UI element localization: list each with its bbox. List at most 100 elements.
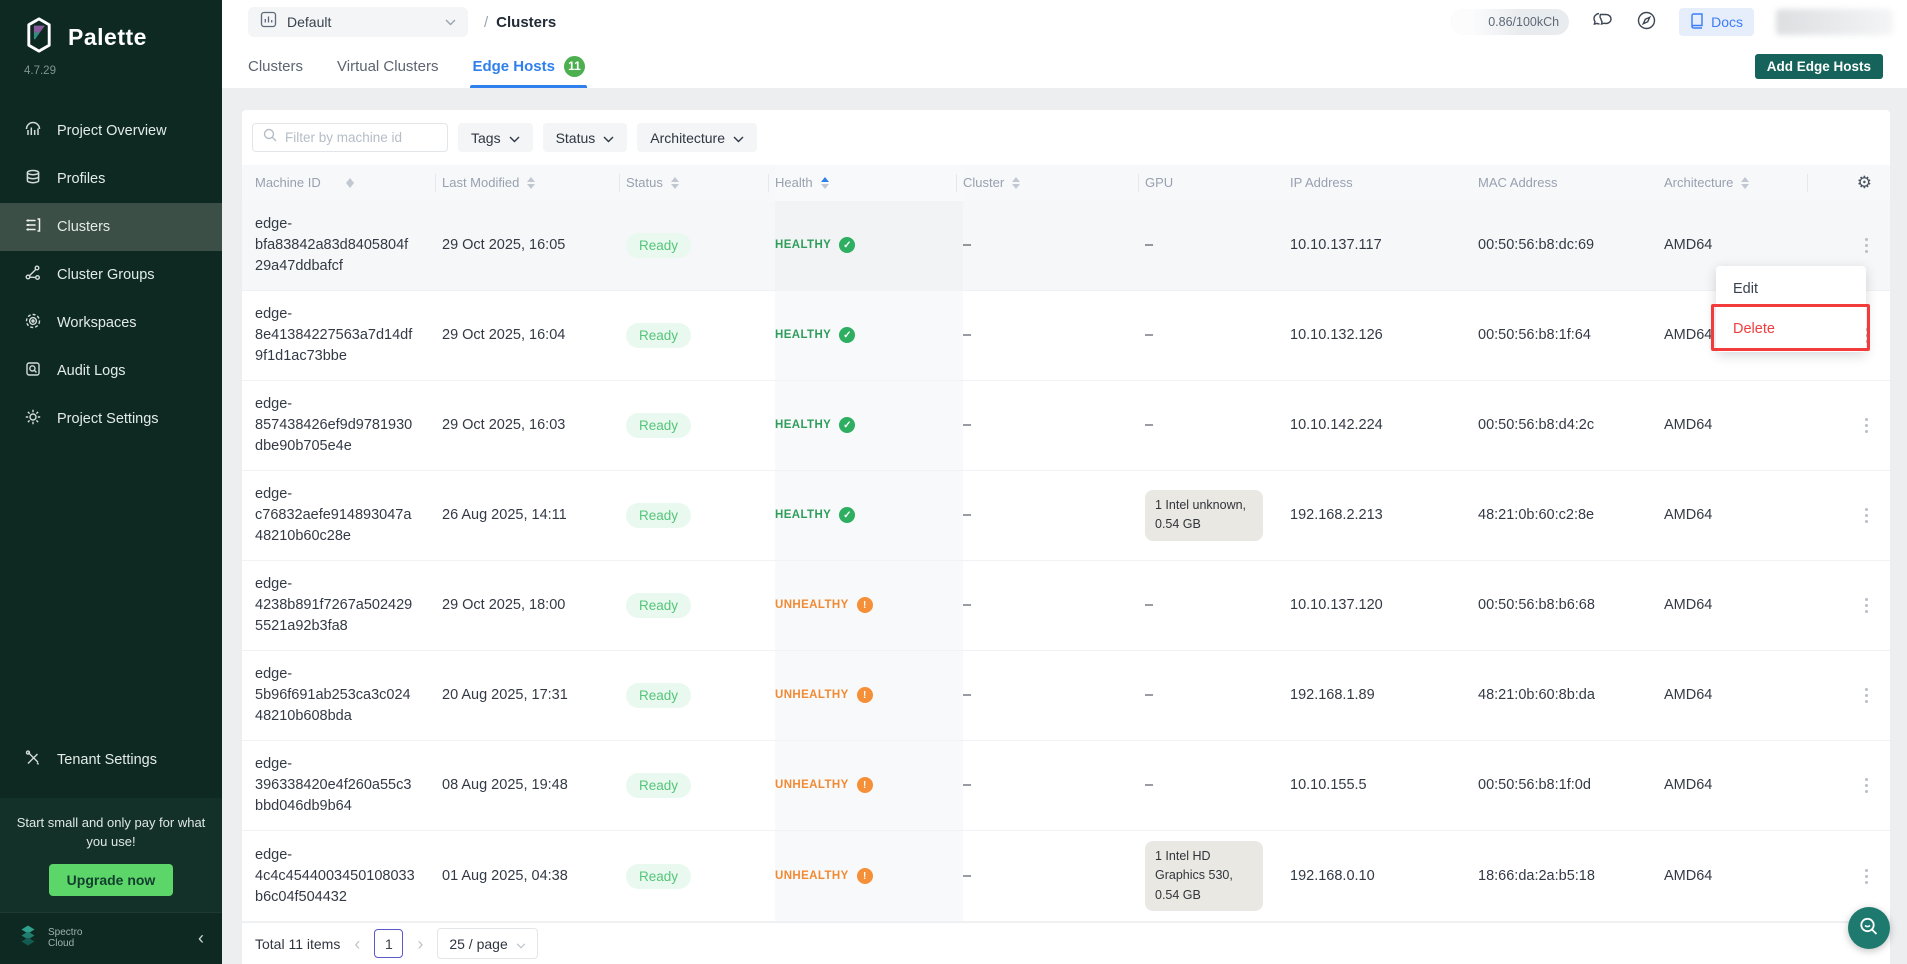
context-menu-edit[interactable]: Edit [1716, 269, 1866, 309]
chat-button[interactable] [1591, 10, 1614, 34]
status-cell: Ready [626, 561, 775, 650]
sidebar-item-tenant-settings[interactable]: Tenant Settings [0, 736, 222, 784]
machine-id-cell: edge-396338420e4f260a55c3bbd046db9b64 [255, 741, 442, 830]
sidebar-item-cluster-groups[interactable]: Cluster Groups [0, 251, 222, 299]
machine-id-cell: edge-4238b891f7267a5024295521a92b3fa8 [255, 561, 442, 650]
tab-edge-hosts[interactable]: Edge Hosts 11 [472, 44, 585, 88]
prev-page-button[interactable]: ‹ [354, 935, 360, 953]
column-header-cluster[interactable]: Cluster [963, 165, 1145, 201]
sort-icon[interactable] [1012, 177, 1020, 189]
sidebar: Palette 4.7.29 Project Overview Profiles… [0, 0, 222, 964]
sort-icon[interactable] [1741, 177, 1749, 189]
column-header-status[interactable]: Status [626, 165, 775, 201]
project-selector[interactable]: Default [248, 7, 468, 37]
sidebar-item-audit-logs[interactable]: Audit Logs [0, 347, 222, 395]
cluster-cell: – [963, 741, 1145, 830]
table-row[interactable]: edge-4c4c4544003450108033b6c04f504432 01… [242, 831, 1890, 922]
table-settings-gear-icon[interactable]: ⚙ [1857, 174, 1872, 191]
table-row[interactable]: edge-396338420e4f260a55c3bbd046db9b64 08… [242, 741, 1890, 831]
breadcrumb-slash: / [484, 14, 488, 31]
current-page-button[interactable]: 1 [374, 929, 403, 958]
sidebar-item-profiles[interactable]: Profiles [0, 155, 222, 203]
health-label: UNHEALTHY [775, 870, 849, 882]
docs-button[interactable]: Docs [1679, 8, 1754, 36]
sidebar-item-project-settings[interactable]: Project Settings [0, 395, 222, 443]
page-size-select[interactable]: 25 / page [437, 928, 537, 959]
health-status: HEALTHY ✓ [775, 417, 855, 433]
health-label: HEALTHY [775, 509, 831, 521]
sidebar-item-clusters[interactable]: Clusters [0, 203, 222, 251]
status-filter-dropdown[interactable]: Status [543, 123, 628, 152]
user-menu-blurred[interactable] [1776, 9, 1893, 35]
machine-id-search[interactable] [252, 123, 448, 152]
gpu-cell: – [1145, 201, 1290, 290]
edge-hosts-count-badge: 11 [564, 56, 585, 77]
architecture-cell: AMD64 [1664, 471, 1814, 560]
status-badge: Ready [626, 503, 691, 528]
column-header-health[interactable]: Health [775, 165, 963, 201]
table-row[interactable]: edge-bfa83842a83d8405804f29a47ddbafcf 29… [242, 201, 1890, 291]
health-label: HEALTHY [775, 239, 831, 251]
next-page-button[interactable]: › [417, 935, 423, 953]
pagination-bar: Total 11 items ‹ 1 › 25 / page [242, 922, 1890, 964]
tab-clusters[interactable]: Clusters [248, 44, 303, 88]
help-launcher-button[interactable] [1848, 907, 1890, 949]
collapse-sidebar-icon[interactable]: ‹ [198, 929, 204, 947]
ip-address-cell: 10.10.142.224 [1290, 381, 1478, 470]
sidebar-item-workspaces[interactable]: Workspaces [0, 299, 222, 347]
table-row[interactable]: edge-5b96f691ab253ca3c02448210b608bda 20… [242, 651, 1890, 741]
tab-virtual-clusters[interactable]: Virtual Clusters [337, 44, 438, 88]
row-context-menu: Edit Delete [1716, 266, 1866, 352]
column-header-architecture[interactable]: Architecture [1664, 165, 1814, 201]
table-row[interactable]: edge-857438426ef9d9781930dbe90b705e4e 29… [242, 381, 1890, 471]
add-edge-hosts-button[interactable]: Add Edge Hosts [1755, 54, 1883, 79]
status-cell: Ready [626, 201, 775, 290]
row-menu-kebab-icon[interactable] [1861, 865, 1872, 888]
row-menu-kebab-icon[interactable] [1861, 684, 1872, 707]
palette-logo-icon [22, 16, 56, 59]
status-badge: Ready [626, 323, 691, 348]
machine-id-cell: edge-4c4c4544003450108033b6c04f504432 [255, 831, 442, 921]
ip-address-cell: 10.10.155.5 [1290, 741, 1478, 830]
context-menu-delete[interactable]: Delete [1716, 309, 1866, 349]
gpu-cell: – [1145, 561, 1290, 650]
edge-hosts-card: Tags Status Architecture Machine ID [242, 110, 1890, 964]
sidebar-item-label: Project Settings [57, 411, 159, 427]
gpu-empty: – [1145, 327, 1153, 343]
table-row[interactable]: edge-c76832aefe914893047a48210b60c28e 26… [242, 471, 1890, 561]
sort-icon[interactable] [671, 177, 679, 189]
architecture-filter-dropdown[interactable]: Architecture [637, 123, 757, 152]
row-menu-kebab-icon[interactable] [1861, 594, 1872, 617]
sort-icon[interactable] [346, 178, 429, 188]
last-modified-cell: 20 Aug 2025, 17:31 [442, 651, 626, 740]
sort-icon[interactable] [821, 177, 829, 189]
table-row[interactable]: edge-8e41384227563a7d14df9f1d1ac73bbe 29… [242, 291, 1890, 381]
search-input[interactable] [285, 130, 437, 145]
status-cell: Ready [626, 741, 775, 830]
sort-icon[interactable] [527, 177, 535, 189]
magnifier-smile-icon [1857, 915, 1881, 942]
explore-button[interactable] [1636, 10, 1657, 34]
health-cell: UNHEALTHY ! [775, 741, 963, 830]
column-header-machine-id[interactable]: Machine ID [255, 165, 442, 201]
spectro-cloud-label: SpectroCloud [48, 927, 82, 949]
column-header-ip-address: IP Address [1290, 165, 1478, 201]
row-menu-kebab-icon[interactable] [1861, 414, 1872, 437]
health-icon: ✓ [839, 417, 855, 433]
gpu-empty: – [1145, 777, 1153, 793]
sidebar-item-project-overview[interactable]: Project Overview [0, 107, 222, 155]
upgrade-now-button[interactable]: Upgrade now [49, 864, 174, 896]
chat-bubble-icon [1591, 10, 1614, 34]
health-cell: HEALTHY ✓ [775, 291, 963, 380]
row-menu-kebab-icon[interactable] [1861, 504, 1872, 527]
row-menu-kebab-icon[interactable] [1861, 774, 1872, 797]
column-header-last-modified[interactable]: Last Modified [442, 165, 626, 201]
gpu-chip: 1 Intel unknown, 0.54 GB [1145, 490, 1263, 541]
gpu-cell: – [1145, 741, 1290, 830]
health-icon: ✓ [839, 237, 855, 253]
tags-filter-dropdown[interactable]: Tags [458, 123, 533, 152]
node-graph-icon [24, 264, 42, 286]
table-row[interactable]: edge-4238b891f7267a5024295521a92b3fa8 29… [242, 561, 1890, 651]
filter-label: Architecture [650, 130, 725, 146]
row-menu-kebab-icon[interactable] [1861, 234, 1872, 257]
